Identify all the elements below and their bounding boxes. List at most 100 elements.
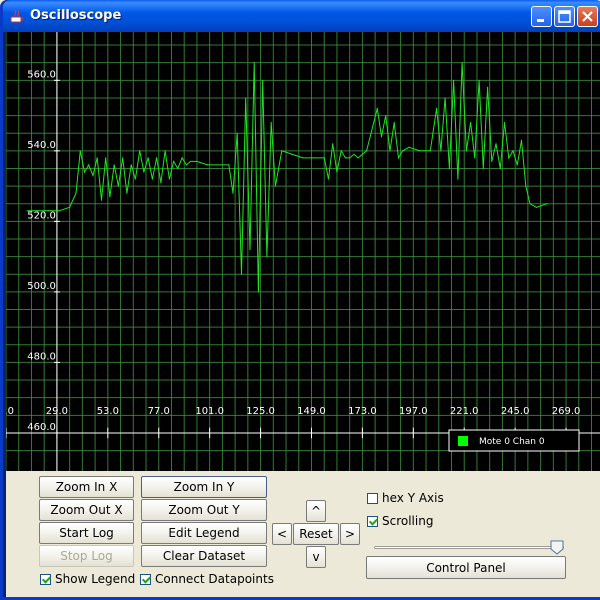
minimize-icon (537, 19, 544, 22)
zoom-out-x-button[interactable]: Zoom Out X (39, 499, 134, 521)
y-tick-label: 540.0 (27, 140, 56, 151)
x-tick-label: 125.0 (246, 406, 275, 417)
pan-up-button[interactable]: ^ (306, 500, 326, 522)
title-bar[interactable]: Oscilloscope (3, 0, 600, 32)
x-tick-label: 173.0 (348, 406, 377, 417)
series-point (177, 167, 179, 170)
series-point (105, 157, 107, 159)
x-tick-label: 53.0 (97, 406, 119, 417)
legend-swatch (458, 436, 468, 446)
x-tick-label: 245.0 (501, 406, 530, 417)
scroll-slider[interactable] (372, 540, 568, 556)
y-tick-label: 460.0 (27, 422, 56, 433)
y-tick-label: 480.0 (27, 351, 56, 362)
close-button[interactable] (577, 6, 598, 27)
series-point (332, 143, 334, 145)
window-title: Oscilloscope (30, 8, 122, 23)
series-point (366, 150, 368, 152)
series-point (253, 62, 255, 64)
series-point (474, 157, 476, 159)
x-tick-label: 5.0 (6, 406, 14, 417)
scrolling-check[interactable] (367, 515, 378, 527)
series-point (164, 150, 166, 152)
slider-thumb[interactable] (550, 540, 564, 555)
x-tick-label: 149.0 (297, 406, 326, 417)
slider-track (374, 546, 564, 549)
edit-legend-button[interactable]: Edit Legend (141, 522, 267, 544)
series-point (143, 171, 145, 173)
series-point (525, 185, 527, 187)
zoom-out-y-button[interactable]: Zoom Out Y (141, 499, 267, 521)
series-point (151, 178, 153, 180)
series-point (353, 153, 355, 155)
series-point (486, 86, 489, 88)
series-point (448, 167, 450, 170)
zoom-in-y-button[interactable]: Zoom In Y (141, 476, 267, 498)
series-point (262, 79, 264, 81)
maximize-button[interactable] (554, 6, 575, 27)
series-point (535, 206, 537, 208)
series-point (469, 122, 472, 124)
series-point (172, 160, 175, 163)
series-point (96, 157, 98, 159)
hex-y-axis-label: hex Y Axis (382, 491, 444, 505)
x-tick-label: 29.0 (46, 406, 68, 417)
series-point (249, 248, 251, 251)
hex-y-axis-check[interactable] (367, 492, 378, 504)
start-log-button[interactable]: Start Log (39, 522, 134, 544)
series-point (117, 185, 120, 187)
y-tick-label: 560.0 (27, 69, 56, 80)
series-point (340, 150, 342, 152)
hex-y-axis-checkbox[interactable]: hex Y Axis (367, 491, 444, 505)
show-legend-check[interactable] (40, 573, 51, 585)
series-point (281, 150, 283, 152)
x-tick-label: 269.0 (552, 406, 581, 417)
minimize-button[interactable] (531, 6, 552, 27)
series-point (122, 157, 124, 159)
plot-canvas: 5.0 29.0 53.0 77.0 101.0 125.0 149.0 173.0 197.0… (6, 32, 600, 471)
series-point (429, 150, 431, 152)
series-point (196, 160, 198, 163)
pan-down-button[interactable]: v (306, 546, 326, 568)
series-point (440, 150, 442, 152)
x-tick-label: 221.0 (450, 406, 479, 417)
series-point (147, 157, 149, 159)
series-point (357, 157, 359, 159)
series-point (327, 178, 330, 180)
y-tick-label: 500.0 (27, 281, 56, 292)
series-point (266, 256, 268, 258)
series-point (291, 153, 293, 155)
series-point (236, 132, 238, 134)
zoom-in-x-button[interactable]: Zoom In X (39, 476, 134, 498)
pan-right-button[interactable]: > (340, 523, 360, 545)
pan-left-button[interactable]: < (272, 523, 292, 545)
show-legend-checkbox[interactable]: Show Legend (40, 572, 135, 586)
series-point (508, 157, 510, 159)
series-point (109, 196, 111, 198)
connect-datapoints-check[interactable] (140, 573, 151, 585)
series-point (79, 150, 81, 152)
series-point (419, 150, 421, 152)
series-point (495, 143, 497, 145)
clear-dataset-button[interactable]: Clear Dataset (141, 545, 267, 567)
stop-log-button[interactable]: Stop Log (39, 545, 134, 567)
control-panel-button[interactable]: Control Panel (366, 556, 566, 579)
java-icon (10, 9, 24, 23)
series-point (245, 97, 247, 99)
connect-datapoints-checkbox[interactable]: Connect Datapoints (140, 572, 274, 586)
series-point (499, 167, 501, 170)
legend-label: Mote 0 Chan 0 (479, 437, 545, 447)
series-point (160, 181, 162, 184)
oscilloscope-plot[interactable]: 5.0 29.0 53.0 77.0 101.0 125.0 149.0 173.0 197.0… (6, 32, 600, 471)
series-point (546, 203, 548, 205)
series-point (453, 79, 455, 81)
series-point (323, 157, 325, 159)
series-point (402, 150, 404, 152)
x-tick-label: 197.0 (399, 406, 428, 417)
reset-button[interactable]: Reset (293, 523, 339, 545)
series-point (436, 107, 438, 110)
series-point (83, 171, 86, 173)
scrolling-checkbox[interactable]: Scrolling (367, 514, 433, 528)
series-point (181, 157, 183, 159)
series-point (69, 206, 71, 208)
